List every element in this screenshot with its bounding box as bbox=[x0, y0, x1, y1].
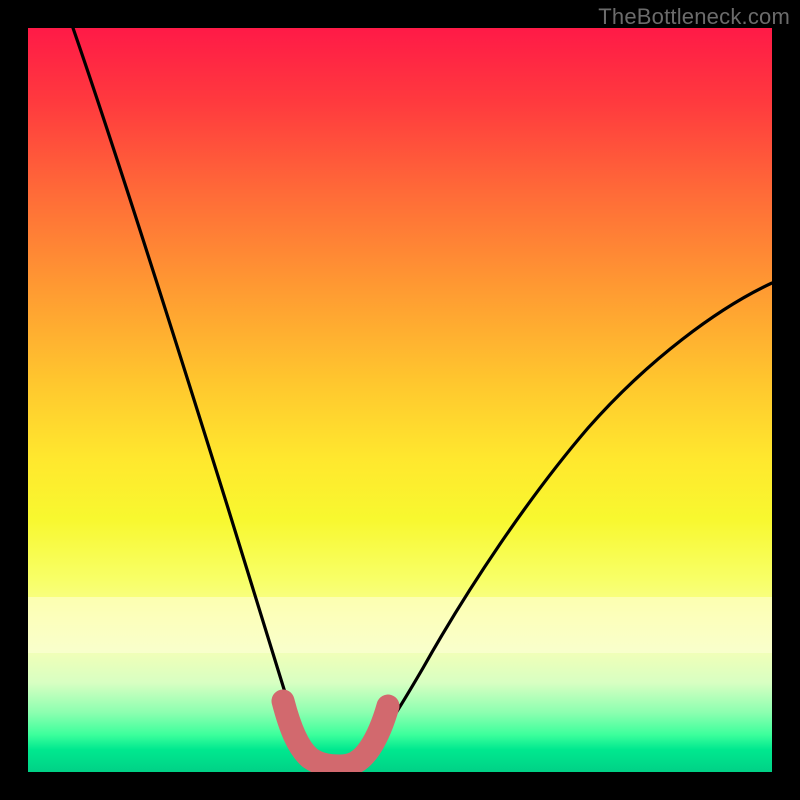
plot-area bbox=[28, 28, 772, 772]
curve-overlay bbox=[28, 28, 772, 772]
curve-right-limb bbox=[356, 283, 772, 763]
curve-left-limb bbox=[73, 28, 316, 763]
chart-frame: TheBottleneck.com bbox=[0, 0, 800, 800]
watermark-text: TheBottleneck.com bbox=[598, 4, 790, 30]
optimal-range-marker bbox=[283, 701, 388, 766]
